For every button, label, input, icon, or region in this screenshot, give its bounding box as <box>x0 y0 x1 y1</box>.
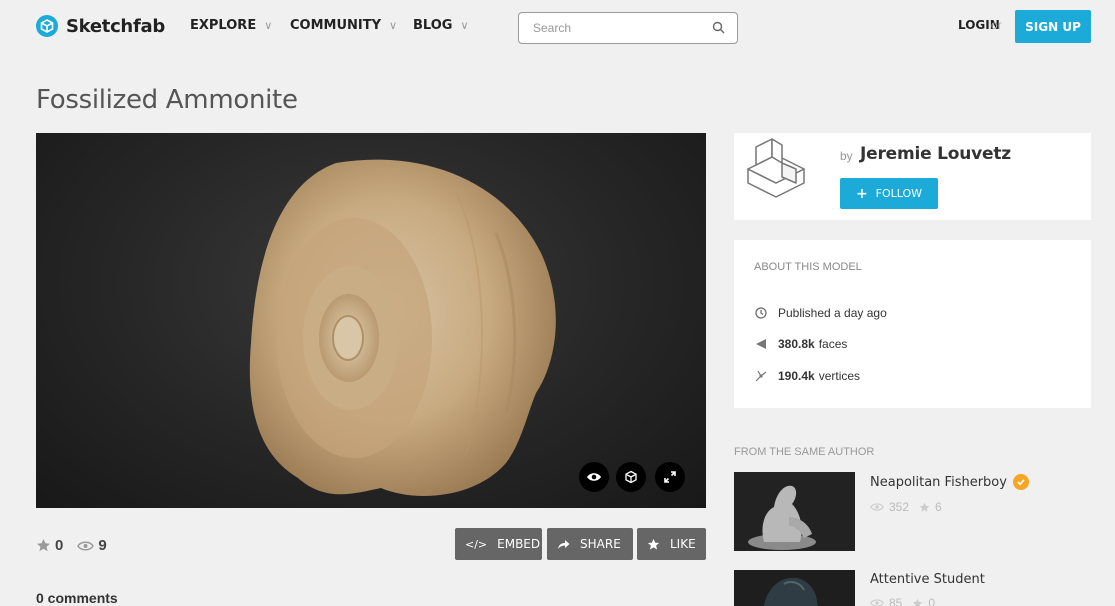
author-name-link[interactable]: Jeremie Louvetz <box>860 144 1011 164</box>
related-model-stats: 352 6 <box>870 500 952 514</box>
related-model-stats: 85 0 <box>870 596 945 606</box>
related-likes-value: 0 <box>928 596 936 606</box>
related-model-title[interactable]: Neapolitan Fisherboy <box>870 474 1029 490</box>
about-model-card: ABOUT THIS MODEL Published a day ago 380… <box>734 240 1091 408</box>
star-icon <box>37 539 50 552</box>
share-label: SHARE <box>580 537 621 551</box>
chevron-down-icon: ∨ <box>264 19 273 32</box>
nav-blog[interactable]: BLOG ∨ <box>413 18 469 33</box>
logo-text: Sketchfab <box>66 15 165 37</box>
about-title: ABOUT THIS MODEL <box>754 261 862 273</box>
share-icon <box>558 539 570 549</box>
chevron-down-icon: ∨ <box>389 19 398 32</box>
sketchfab-logo-icon <box>36 15 58 37</box>
or-label: or <box>991 18 1002 32</box>
plus-icon: + <box>855 185 868 202</box>
ammonite-render <box>249 159 556 496</box>
clock-icon <box>754 307 768 319</box>
chevron-down-icon: ∨ <box>460 19 469 32</box>
views-count: 9 <box>77 537 107 554</box>
faces-unit: faces <box>818 337 848 351</box>
star-icon <box>919 502 930 512</box>
embed-button[interactable]: </> EMBED <box>455 528 542 560</box>
vertices-row: 190.4k vertices <box>754 369 860 383</box>
star-icon <box>647 538 660 550</box>
related-views: 85 <box>870 596 902 606</box>
triangle-icon <box>754 338 768 350</box>
eye-icon <box>870 503 884 511</box>
by-label: by <box>840 149 853 163</box>
comments-count: 0 comments <box>36 590 118 606</box>
follow-button[interactable]: + FOLLOW <box>840 178 938 209</box>
views-value: 9 <box>98 537 107 554</box>
vertices-unit: vertices <box>818 369 861 383</box>
model-viewer[interactable] <box>36 133 706 508</box>
related-likes: 6 <box>919 500 942 514</box>
nav-explore-label: EXPLORE <box>190 18 257 33</box>
star-icon <box>913 598 923 606</box>
signup-button[interactable]: SIGN UP <box>1015 10 1091 43</box>
search-input[interactable] <box>533 21 703 35</box>
related-views: 352 <box>870 500 909 514</box>
search-icon[interactable] <box>712 21 725 39</box>
like-button[interactable]: LIKE <box>637 528 706 560</box>
related-likes-value: 6 <box>935 500 942 514</box>
related-model-thumbnail[interactable] <box>734 570 855 606</box>
vertex-icon <box>754 370 768 382</box>
embed-label: EMBED <box>497 537 541 551</box>
eye-icon <box>77 541 95 550</box>
related-model-thumbnail[interactable] <box>734 472 855 551</box>
faces-value: 380.8k <box>778 337 815 351</box>
nav-community-label: COMMUNITY <box>290 18 382 33</box>
model-stats: 0 9 <box>36 537 121 554</box>
related-views-value: 85 <box>889 596 903 606</box>
nav-explore[interactable]: EXPLORE ∨ <box>190 18 272 33</box>
vertices-value: 190.4k <box>778 369 815 383</box>
eye-icon <box>870 599 884 606</box>
eye-icon[interactable] <box>579 462 609 492</box>
fullscreen-icon[interactable] <box>655 462 685 492</box>
top-navigation-bar: Sketchfab EXPLORE ∨ COMMUNITY ∨ BLOG ∨ L… <box>0 0 1115 52</box>
published-text: Published a day ago <box>778 306 887 320</box>
related-likes: 0 <box>912 596 935 606</box>
same-author-title: FROM THE SAME AUTHOR <box>734 446 875 458</box>
related-model-name: Neapolitan Fisherboy <box>870 474 1007 490</box>
cube-icon[interactable] <box>616 462 646 492</box>
likes-count: 0 <box>36 537 63 554</box>
like-label: LIKE <box>670 537 696 551</box>
share-button[interactable]: SHARE <box>547 528 633 560</box>
code-icon: </> <box>465 537 488 551</box>
sketchfab-logo[interactable]: Sketchfab <box>36 15 165 37</box>
faces-row: 380.8k faces <box>754 337 847 351</box>
nav-blog-label: BLOG <box>413 18 453 33</box>
related-views-value: 352 <box>889 500 910 514</box>
staff-pick-badge-icon <box>1012 474 1029 490</box>
nav-community[interactable]: COMMUNITY ∨ <box>290 18 397 33</box>
follow-label: FOLLOW <box>875 187 923 200</box>
author-card: by Jeremie Louvetz + FOLLOW <box>734 133 1091 220</box>
related-model-name: Attentive Student <box>870 572 985 587</box>
model-title: Fossilized Ammonite <box>36 85 298 115</box>
likes-value: 0 <box>55 537 64 554</box>
avatar[interactable] <box>738 135 820 217</box>
related-model-title[interactable]: Attentive Student <box>870 572 985 587</box>
search-box <box>518 12 738 44</box>
published-row: Published a day ago <box>754 306 887 320</box>
